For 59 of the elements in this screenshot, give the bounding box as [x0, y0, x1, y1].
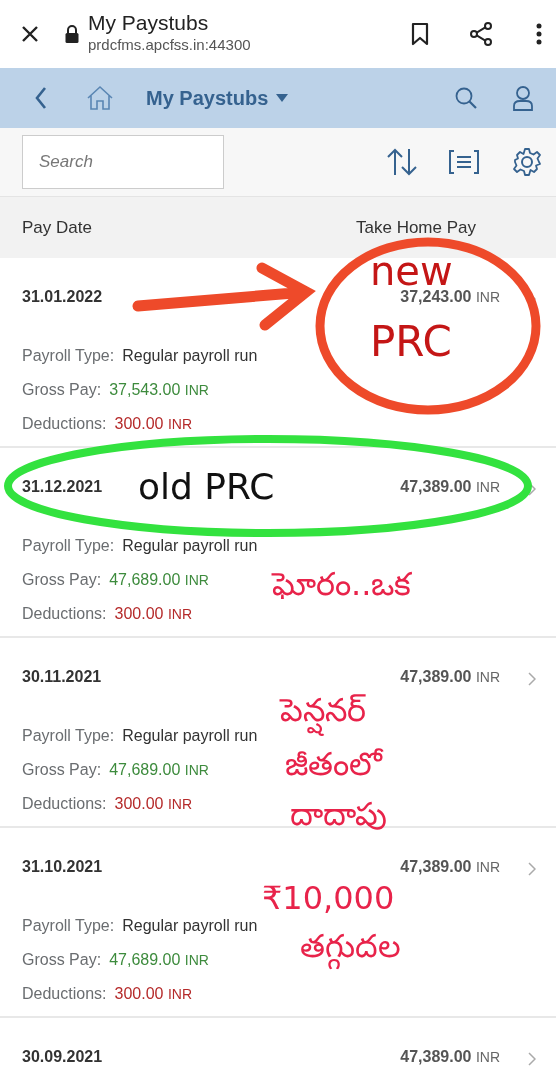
column-header: Pay Date — [22, 216, 92, 239]
detail-value: 47,689.00 INR — [109, 570, 209, 590]
annotation-text: ఘోరం..ఒక — [272, 564, 412, 605]
pay-date: 30.11.2021 — [22, 667, 102, 687]
detail-value: 47,689.00 INR — [109, 950, 209, 970]
bookmark-icon[interactable] — [410, 22, 430, 46]
detail-value: 300.00 INR — [114, 414, 192, 434]
caret-icon — [276, 94, 289, 102]
detail-label: Gross Pay: — [22, 570, 102, 590]
annotation-text: old PRC — [138, 466, 275, 508]
pay-date: 31.10.2021 — [22, 857, 103, 877]
detail-label: Deductions: — [22, 984, 107, 1004]
detail-label: Deductions: — [22, 414, 107, 434]
detail-value: 300.00 INR — [114, 604, 192, 624]
take-home-amount: 47,389.00 INR — [400, 667, 500, 687]
page-title: My Paystubs — [88, 11, 210, 35]
detail-label: Gross Pay: — [22, 760, 102, 780]
take-home-amount: 47,389.00 INR — [400, 477, 500, 497]
detail-label: Gross Pay: — [22, 380, 102, 400]
pay-date: 31.12.2021 — [22, 477, 103, 497]
detail-label: Payroll Type: — [22, 916, 115, 936]
pay-date: 30.09.2021 — [22, 1047, 103, 1067]
back-icon[interactable] — [34, 86, 48, 110]
annotation-text: ₹10,000 — [262, 878, 395, 919]
annotation-text: పెన్షనర్ — [280, 682, 366, 734]
settings-icon[interactable] — [512, 147, 542, 177]
detail-label: Deductions: — [22, 794, 107, 814]
url-text[interactable]: prdcfms.apcfss.in:44300 — [88, 34, 251, 57]
detail-value: Regular payroll run — [122, 916, 258, 936]
detail-value: Regular payroll run — [122, 726, 258, 746]
list-icon[interactable] — [448, 149, 480, 175]
detail-value: 300.00 INR — [114, 794, 192, 814]
detail-value: 300.00 INR — [114, 984, 192, 1004]
user-icon[interactable] — [512, 85, 534, 111]
close-icon[interactable] — [20, 24, 40, 44]
title-dropdown[interactable]: My Paystubs — [146, 83, 289, 113]
detail-label: Payroll Type: — [22, 346, 115, 366]
menu-icon[interactable] — [536, 23, 542, 45]
share-icon[interactable] — [468, 21, 494, 47]
search-field[interactable]: Search — [22, 135, 224, 189]
detail-label: Gross Pay: — [22, 950, 102, 970]
detail-label: Payroll Type: — [22, 536, 115, 556]
detail-value: Regular payroll run — [122, 536, 258, 556]
search-icon[interactable] — [454, 86, 478, 110]
annotation-text: జీతంలో — [285, 744, 382, 785]
sort-icon[interactable] — [386, 147, 418, 177]
annotation-text: దాదాపు — [290, 794, 387, 835]
annotation-text: PRC — [370, 318, 452, 367]
take-home-amount: 47,389.00 INR — [400, 1047, 500, 1067]
lock-icon — [64, 24, 80, 44]
column-header: Take Home Pay — [356, 216, 476, 239]
detail-label: Payroll Type: — [22, 726, 115, 746]
detail-label: Deductions: — [22, 604, 107, 624]
detail-value: 47,689.00 INR — [109, 760, 209, 780]
pay-date: 31.01.2022 — [22, 287, 103, 307]
detail-value: Regular payroll run — [122, 346, 258, 366]
take-home-amount: 47,389.00 INR — [400, 857, 500, 877]
annotation-text: తగ్గుదల — [300, 918, 401, 970]
detail-value: 37,543.00 INR — [109, 380, 209, 400]
